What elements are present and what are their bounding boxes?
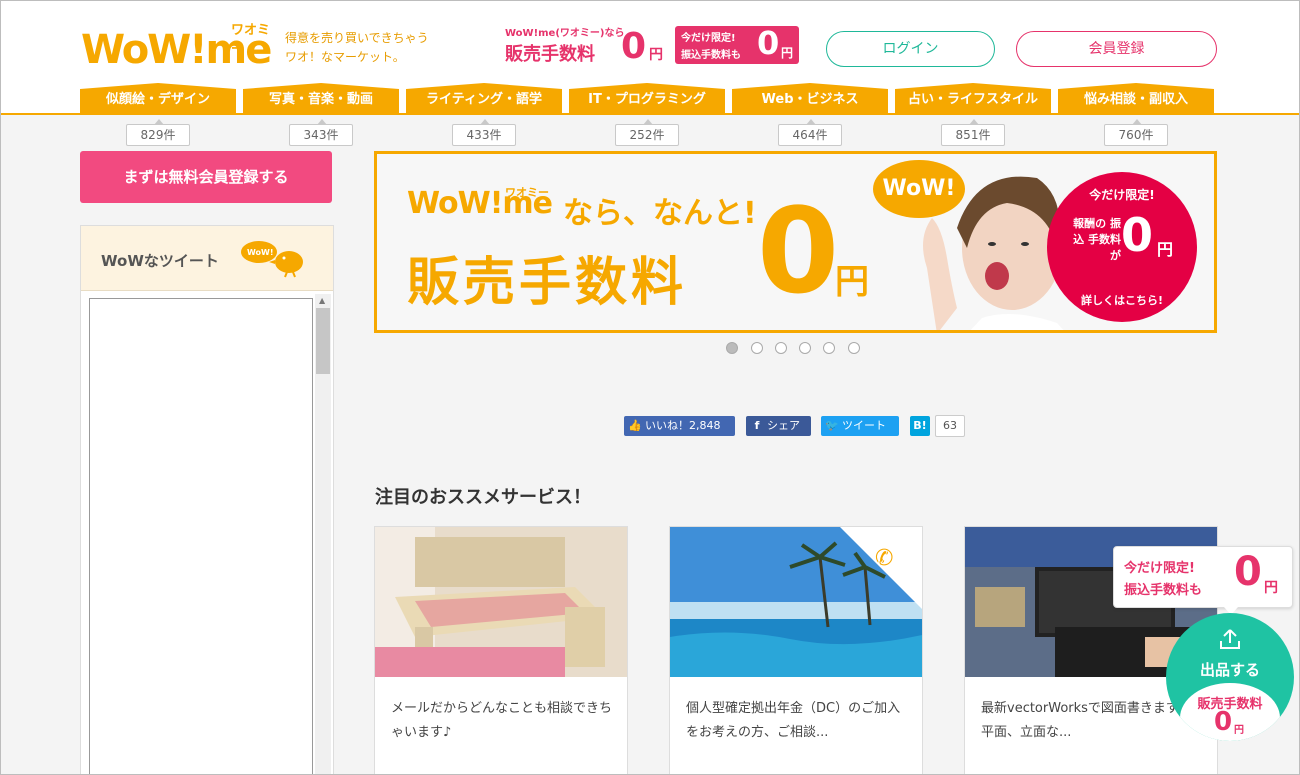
sell-button[interactable]: 出品する 販売手数料 0 円	[1166, 613, 1294, 741]
floating-promo-line-1: 今だけ限定!	[1124, 561, 1195, 576]
like-label: いいね！2,848	[645, 419, 721, 432]
nav-count-photo-music-video: 343件	[289, 119, 353, 146]
nav-count-fortune-lifestyle: 851件	[941, 119, 1005, 146]
login-button[interactable]: ログイン	[826, 31, 995, 67]
banner-zero: 0	[757, 182, 840, 320]
tweet-button[interactable]: 🐦 ツイート	[821, 416, 899, 436]
hero-banner[interactable]: WoW!me ワオミー なら、なんと! 販売手数料 0 円 WoW! 今だけ限定…	[374, 151, 1217, 333]
promo-box-zero: 0	[757, 24, 780, 62]
banner-wow-bubble: WoW!	[873, 160, 965, 218]
share-label: シェア	[767, 419, 800, 432]
tagline-line-2: ワオ！なマーケット。	[285, 50, 405, 64]
hatena-bookmark-button[interactable]: B!	[910, 416, 930, 436]
banner-fee-text: 販売手数料	[407, 253, 688, 313]
promo-zero: 0	[621, 26, 647, 67]
nav-count-illustration-design: 829件	[126, 119, 190, 146]
facebook-like-button[interactable]: 👍 いいね！2,848	[624, 416, 735, 436]
nav-tab-writing-language[interactable]: ライティング・語学	[406, 83, 562, 113]
sell-button-label: 出品する	[1199, 661, 1260, 679]
logo-kana: ワオミー	[231, 23, 271, 57]
seal-details-link: 詳しくはこちら!	[1080, 294, 1164, 307]
nav-tab-illustration-design[interactable]: 似顔絵・デザイン	[80, 83, 236, 113]
seal-lines: 報酬の 振込 手数料が	[1073, 217, 1121, 262]
nav-tab-web-business[interactable]: Web・ビジネス	[732, 83, 888, 113]
carousel-dot-5[interactable]	[823, 342, 835, 354]
browser-viewport: WoW!me ワオミー 得意を売り買いできちゃう ワオ！なマーケット。 WoW!…	[0, 0, 1300, 775]
tweet-widget-header: WoWなツイート WoW!	[81, 226, 333, 291]
nav-count-web-business: 464件	[778, 119, 842, 146]
banner-yen: 円	[835, 262, 869, 302]
bird-icon: WoW!	[241, 241, 303, 278]
facebook-icon: f	[754, 419, 760, 432]
twitter-bird-icon: 🐦	[825, 419, 839, 432]
hatena-bookmark-count: 63	[935, 415, 965, 437]
upload-icon	[1220, 629, 1240, 649]
tweet-scrollbar[interactable]: ▲	[315, 294, 331, 774]
carousel-dot-3[interactable]	[775, 342, 787, 354]
tweet-embed-frame[interactable]	[89, 298, 313, 774]
promo-box-yen: 円	[781, 46, 794, 60]
carousel-dot-2[interactable]	[751, 342, 763, 354]
nav-tab-it-programming[interactable]: IT・プログラミング	[569, 83, 725, 113]
service-card[interactable]: ✆ 個人型確定拠出年金（DC）のご加入をお考えの方、ご相談...	[669, 526, 923, 774]
promo-yen: 円	[649, 47, 663, 63]
featured-services-title: 注目のおススメサービス！	[375, 487, 591, 508]
service-card-text: 個人型確定拠出年金（DC）のご加入をお考えの方、ご相談...	[686, 701, 901, 740]
banner-limited-seal[interactable]: 今だけ限定! 報酬の 振込 手数料が 0 円 詳しくはこちら!	[1047, 172, 1197, 322]
sell-fee-zero: 0	[1214, 707, 1233, 737]
nav-tab-advice-side-income[interactable]: 悩み相談・副収入	[1058, 83, 1214, 113]
bird-wow-text: WoW!	[247, 248, 274, 257]
site-tagline: 得意を売り買いできちゃう ワオ！なマーケット。	[285, 29, 429, 67]
tweet-widget-title: WoWなツイート	[101, 252, 219, 270]
scroll-up-icon[interactable]: ▲	[319, 296, 325, 305]
seal-top-text: 今だけ限定!	[1089, 188, 1155, 202]
floating-promo-yen: 円	[1264, 580, 1278, 596]
nav-count-writing-language: 433件	[452, 119, 516, 146]
service-card-text: メールだからどんなことも相談できちゃいます♪	[391, 701, 613, 740]
promo-fee-text: 販売手数料	[505, 44, 595, 65]
promo-limited-box: 今だけ限定! 振込手数料も 0 円	[675, 24, 799, 64]
carousel-dot-1[interactable]	[726, 342, 738, 354]
seal-zero: 0	[1121, 208, 1154, 262]
promo-box-line-1: 今だけ限定!	[681, 33, 736, 44]
seal-yen: 円	[1157, 240, 1174, 259]
promo-box-line-2: 振込手数料も	[681, 50, 741, 61]
facebook-share-button[interactable]: f シェア	[746, 416, 811, 436]
tweet-widget: WoWなツイート WoW! ▲	[80, 225, 334, 774]
banner-headline: なら、なんと!	[563, 196, 757, 231]
thumbs-up-icon: 👍	[628, 419, 642, 432]
floating-promo-zero: 0	[1234, 549, 1262, 595]
free-register-cta-button[interactable]: まずは無料会員登録する	[80, 151, 332, 203]
tagline-line-1: 得意を売り買いできちゃう	[285, 31, 429, 45]
carousel-dot-4[interactable]	[799, 342, 811, 354]
register-button[interactable]: 会員登録	[1016, 31, 1217, 67]
tweet-label: ツイート	[842, 419, 886, 432]
nav-tab-photo-music-video[interactable]: 写真・音楽・動画	[243, 83, 399, 113]
promo-small-text: WoW!me(ワオミー)なら	[505, 28, 625, 39]
phone-icon: ✆	[875, 546, 893, 571]
header-promo[interactable]: WoW!me(ワオミー)なら 販売手数料 0 円 今だけ限定! 振込手数料も 0…	[505, 24, 799, 67]
nav-tab-fortune-lifestyle[interactable]: 占い・ライフスタイル	[895, 83, 1051, 113]
floating-promo-line-2: 振込手数料も	[1124, 583, 1203, 598]
sell-fee-yen: 円	[1234, 725, 1244, 736]
carousel-dot-6[interactable]	[848, 342, 860, 354]
floating-promo-tooltip: 今だけ限定! 振込手数料も 0 円	[1113, 546, 1293, 615]
nav-count-it-programming: 252件	[615, 119, 679, 146]
desk-photo	[375, 527, 627, 677]
site-header: WoW!me ワオミー 得意を売り買いできちゃう ワオ！なマーケット。 WoW!…	[1, 1, 1299, 115]
nav-count-advice-side-income: 760件	[1104, 119, 1168, 146]
scroll-thumb[interactable]	[316, 308, 330, 374]
banner-logo-kana: ワオミー	[505, 186, 549, 199]
service-card[interactable]: メールだからどんなことも相談できちゃいます♪	[374, 526, 628, 774]
pool-photo: ✆	[670, 527, 922, 677]
site-logo[interactable]: WoW!me ワオミー	[81, 19, 272, 73]
